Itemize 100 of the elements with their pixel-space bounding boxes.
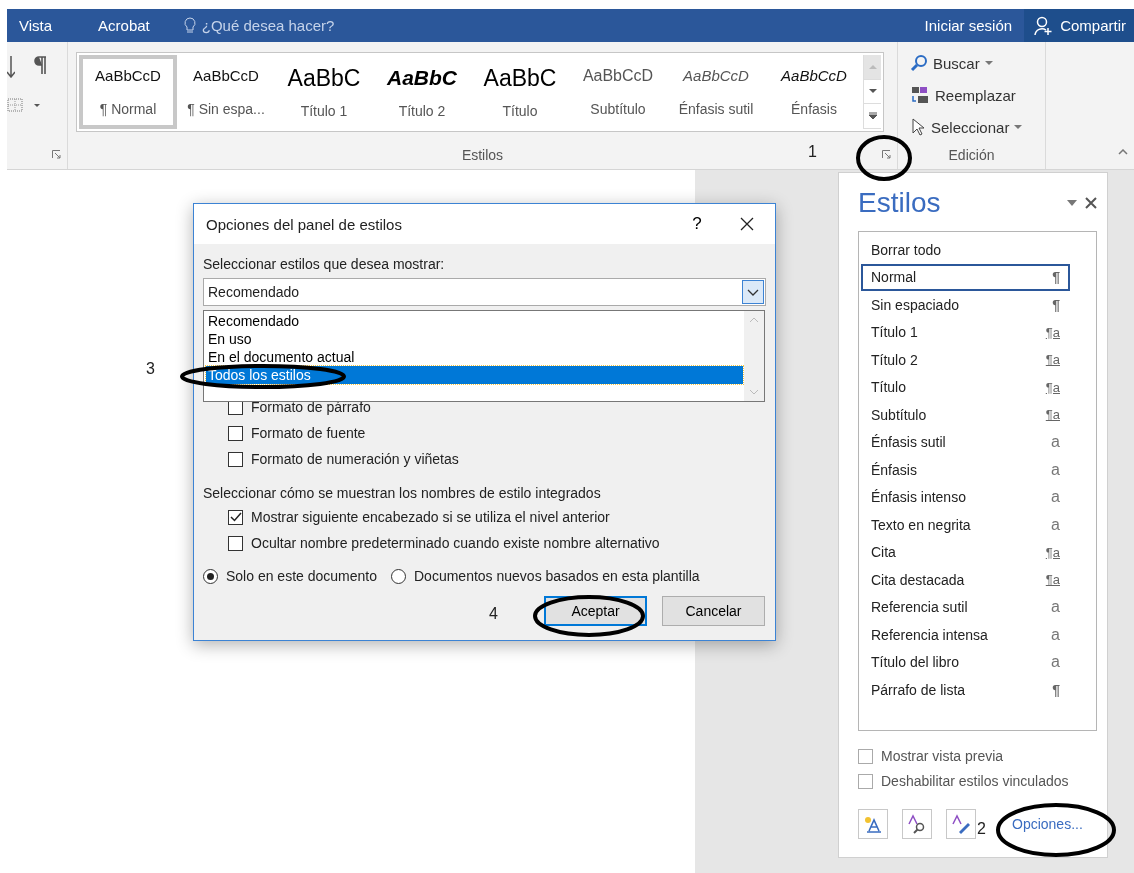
style-item[interactable]: Énfasis a	[861, 456, 1070, 484]
sparkle-letter-icon	[863, 815, 883, 833]
tell-me-field[interactable]: ¿Qué desea hacer?	[201, 17, 335, 34]
style-type-mark: ¶a	[1045, 324, 1060, 340]
pilcrow-icon[interactable]	[33, 56, 47, 74]
person-plus-icon	[1034, 15, 1055, 36]
style-item[interactable]: Sin espaciado ¶	[861, 291, 1070, 319]
style-tile[interactable]: AaBbC Título 2	[373, 55, 471, 129]
section-label: Seleccionar cómo se muestran los nombres de estilo integrados	[203, 484, 602, 503]
share-button[interactable]: Compartir	[1024, 9, 1134, 42]
menu-tab[interactable]: Acrobat	[86, 17, 164, 34]
style-name: Énfasis sutil	[678, 100, 754, 117]
styles-dropdown[interactable]: Recomendado	[203, 278, 766, 306]
checkbox-label: Deshabilitar estilos vinculados	[881, 773, 1069, 789]
new-style-button[interactable]	[858, 809, 888, 839]
style-item[interactable]: Título del libro a	[861, 648, 1070, 676]
dialog-title: Opciones del panel de estilos	[206, 215, 403, 233]
style-item[interactable]: Cita ¶a	[861, 538, 1070, 566]
checkbox-label: Formato de fuente	[251, 425, 366, 441]
style-type-mark: ¶	[1052, 681, 1060, 698]
collapse-ribbon-icon[interactable]	[1118, 149, 1128, 155]
style-item[interactable]: Título 1 ¶a	[861, 318, 1070, 346]
style-item[interactable]: Referencia intensa a	[861, 621, 1070, 649]
checkbox-label: Formato de numeración y viñetas	[251, 451, 459, 467]
checkbox-label: Formato de párrafo	[251, 399, 371, 415]
edit-command[interactable]: Reemplazar	[908, 82, 1045, 108]
edit-command[interactable]: Buscar	[908, 50, 1045, 76]
letter-pencil-icon	[951, 814, 971, 834]
replace-icon	[910, 85, 930, 105]
style-item[interactable]: Título ¶a	[861, 373, 1070, 401]
caret-icon[interactable]	[1067, 200, 1077, 206]
style-item[interactable]: Subtítulo ¶a	[861, 401, 1070, 429]
style-type-mark: ¶a	[1045, 379, 1060, 395]
close-icon	[740, 217, 754, 231]
style-tile[interactable]: AaBbC Título	[471, 55, 569, 129]
style-item[interactable]: Énfasis intenso a	[861, 483, 1070, 511]
style-name: ¶ Normal	[99, 100, 157, 117]
dialog-launcher-icon[interactable]	[52, 150, 61, 159]
style-preview: AaBbC	[287, 64, 361, 92]
dropdown-option[interactable]: En el documento actual	[206, 348, 743, 366]
style-tile[interactable]: AaBbCcD ¶ Normal	[79, 55, 177, 129]
dialog-launcher-icon[interactable]	[882, 150, 891, 159]
style-item[interactable]: Texto en negrita a	[861, 511, 1070, 539]
options-link[interactable]: Opciones...	[1012, 816, 1083, 832]
style-tile[interactable]: AaBbCcD Énfasis	[765, 55, 863, 129]
step-number: 1	[808, 143, 817, 161]
style-item[interactable]: Referencia sutil a	[861, 593, 1070, 621]
style-name: ¶ Sin espa...	[187, 100, 265, 117]
menu-tab[interactable]: Vista	[7, 17, 67, 34]
dropdown-option[interactable]: En uso	[206, 330, 743, 348]
style-tile[interactable]: AaBbCcD Subtítulo	[569, 55, 667, 129]
radio-button[interactable]	[391, 568, 406, 584]
style-type-mark: ¶	[1052, 296, 1060, 313]
checkbox[interactable]	[228, 451, 243, 467]
dropdown-option[interactable]: Recomendado	[206, 312, 743, 330]
expand-gallery-icon	[868, 112, 877, 121]
style-tile[interactable]: AaBbCcD ¶ Sin espa...	[177, 55, 275, 129]
group-label: Edición	[948, 147, 995, 163]
style-type-mark: ¶a	[1045, 544, 1060, 560]
style-tile[interactable]: AaBbC Título 1	[275, 55, 373, 129]
close-icon[interactable]	[1085, 197, 1097, 209]
style-name: Título	[502, 103, 538, 120]
style-item[interactable]: Cita destacada ¶a	[861, 566, 1070, 594]
dialog-button[interactable]: Cancelar	[662, 596, 765, 626]
dropdown-option[interactable]: Todos los estilos	[206, 366, 743, 384]
checkbox[interactable]	[858, 773, 873, 789]
style-preview: AaBbCcD	[781, 67, 847, 85]
style-item[interactable]: Énfasis sutil a	[861, 428, 1070, 456]
checkbox[interactable]	[228, 535, 243, 551]
radio-button[interactable]	[203, 568, 218, 584]
cursor-icon	[910, 117, 926, 137]
checkbox[interactable]	[228, 425, 243, 441]
style-inspector-button[interactable]	[902, 809, 932, 839]
checkbox-label: Mostrar siguiente encabezado si se utiliza el nivel anterior	[251, 509, 610, 525]
style-type-mark: a	[1051, 598, 1060, 617]
dropdown-button[interactable]	[742, 280, 764, 304]
sign-in-link[interactable]: Iniciar sesión	[912, 17, 1025, 34]
style-item[interactable]: Título 2 ¶a	[861, 346, 1070, 374]
style-preview: AaBbCcD	[95, 67, 161, 85]
style-item[interactable]: Borrar todo	[861, 236, 1070, 264]
style-type-mark: ¶a	[1045, 572, 1060, 588]
style-name: Título 2	[398, 102, 446, 119]
style-item[interactable]: Normal ¶	[861, 263, 1070, 291]
radio-label: Documentos nuevos basados en esta plantilla	[414, 568, 700, 584]
letter-magnifier-icon	[907, 814, 927, 834]
style-tile[interactable]: AaBbCcD Énfasis sutil	[667, 55, 765, 129]
sort-arrow-icon[interactable]	[7, 56, 15, 78]
down-arrow-icon	[868, 89, 877, 94]
lightbulb-icon	[183, 16, 196, 35]
style-preview: AaBbCcD	[193, 67, 259, 85]
style-item[interactable]: Párrafo de lista ¶	[861, 676, 1070, 704]
manage-styles-button[interactable]	[946, 809, 976, 839]
edit-command[interactable]: Seleccionar	[908, 114, 1045, 140]
chevron-down-icon	[747, 288, 759, 296]
checkbox[interactable]	[228, 509, 243, 525]
group-label: Estilos	[461, 147, 504, 163]
checkbox[interactable]	[858, 748, 873, 764]
up-arrow-icon	[868, 64, 877, 70]
style-preview: AaBbC	[387, 65, 457, 90]
help-button[interactable]: ?	[675, 213, 719, 235]
